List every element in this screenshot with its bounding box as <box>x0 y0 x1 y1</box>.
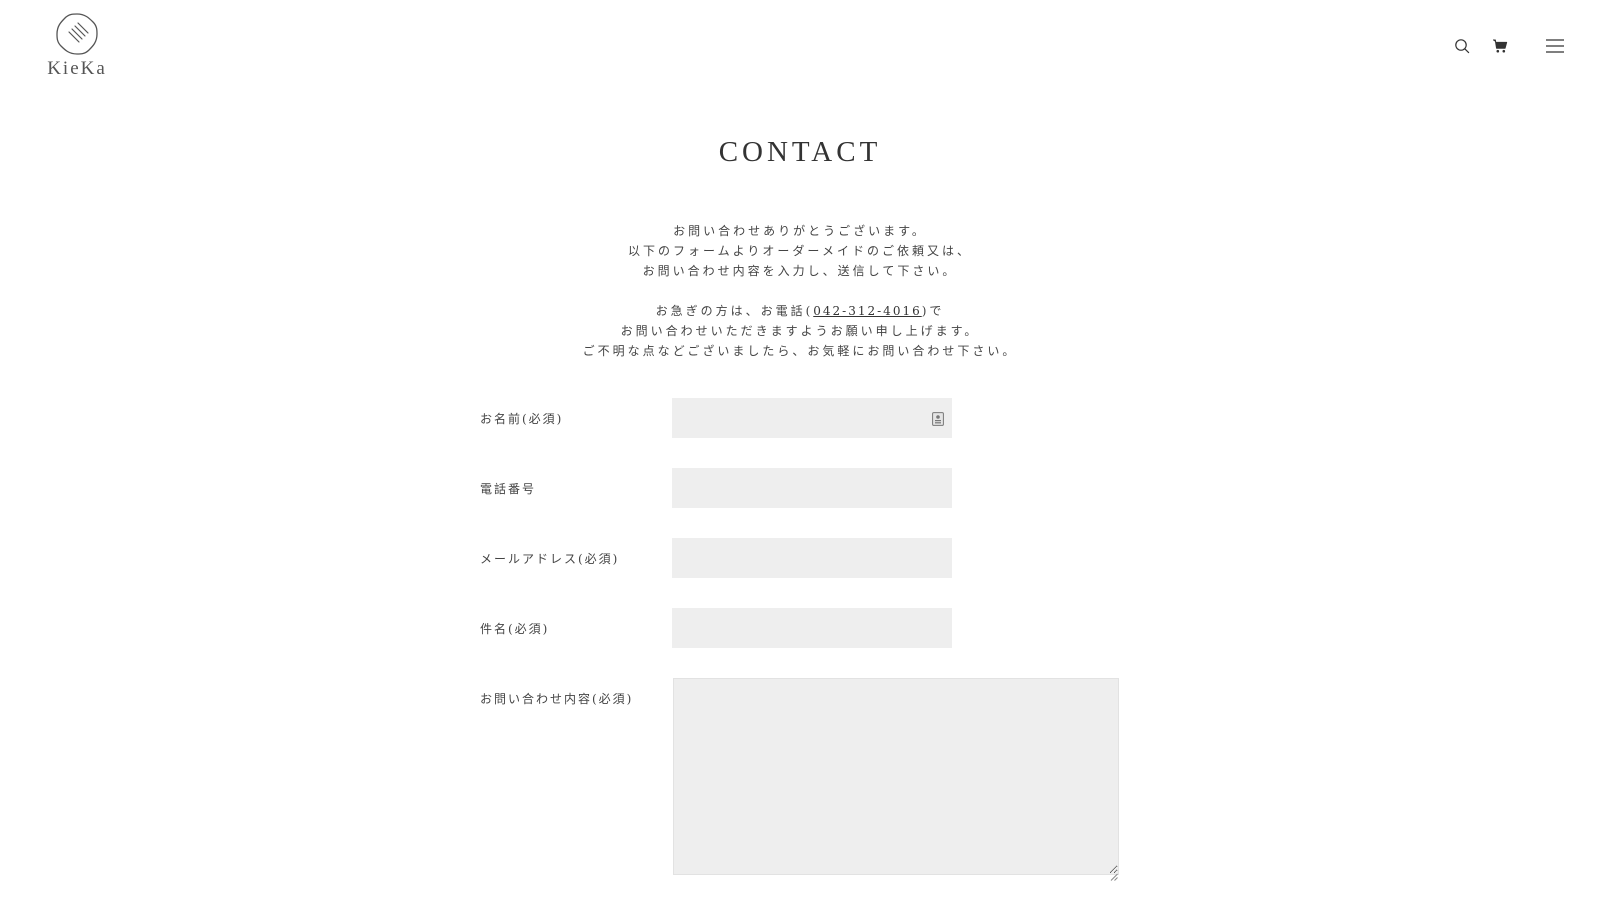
phone-link[interactable]: 042-312-4016 <box>813 304 921 318</box>
hamburger-menu-icon[interactable] <box>1546 38 1564 54</box>
name-label: お名前(必須) <box>480 412 564 426</box>
intro-line-phone: お急ぎの方は、お電話(042-312-4016)で <box>0 301 1600 321</box>
intro-spacer <box>0 281 1600 301</box>
message-label: お問い合わせ内容(必須) <box>480 692 634 706</box>
search-icon[interactable] <box>1454 38 1470 54</box>
header-actions <box>1454 38 1564 54</box>
resize-grip-icon[interactable] <box>1110 866 1118 885</box>
intro-line: 以下のフォームよりオーダーメイドのご依頼又は、 <box>628 244 972 258</box>
intro-text: お問い合わせありがとうございます。 以下のフォームよりオーダーメイドのご依頼又は… <box>0 221 1600 361</box>
page-title: CONTACT <box>718 136 882 168</box>
site-logo[interactable]: KieKa <box>44 12 110 80</box>
intro-line: お問い合わせありがとうございます。 <box>673 224 927 238</box>
logo-text: KieKa <box>47 58 107 79</box>
contact-page: KieKa CONTACT お問い合わせありがとうございます。 以下のフォームよ… <box>0 0 1600 900</box>
phone-input[interactable] <box>672 468 952 508</box>
name-input[interactable] <box>672 398 952 438</box>
cart-icon[interactable] <box>1492 38 1508 54</box>
logo-mark-icon <box>56 13 98 55</box>
subject-input[interactable] <box>672 608 952 648</box>
intro-line: お問い合わせいただきますようお願い申し上げます。 <box>620 324 980 338</box>
email-input[interactable] <box>672 538 952 578</box>
intro-phone-suffix: )で <box>921 304 945 318</box>
contact-card-icon[interactable] <box>932 411 944 430</box>
intro-phone-prefix: お急ぎの方は、お電話( <box>655 304 814 318</box>
intro-line: ご不明な点などございましたら、お気軽にお問い合わせ下さい。 <box>582 344 1018 358</box>
email-label: メールアドレス(必須) <box>480 552 620 566</box>
message-textarea[interactable] <box>673 678 1119 875</box>
intro-line: お問い合わせ内容を入力し、送信して下さい。 <box>642 264 958 278</box>
phone-label: 電話番号 <box>480 482 537 496</box>
subject-label: 件名(必須) <box>480 622 550 636</box>
